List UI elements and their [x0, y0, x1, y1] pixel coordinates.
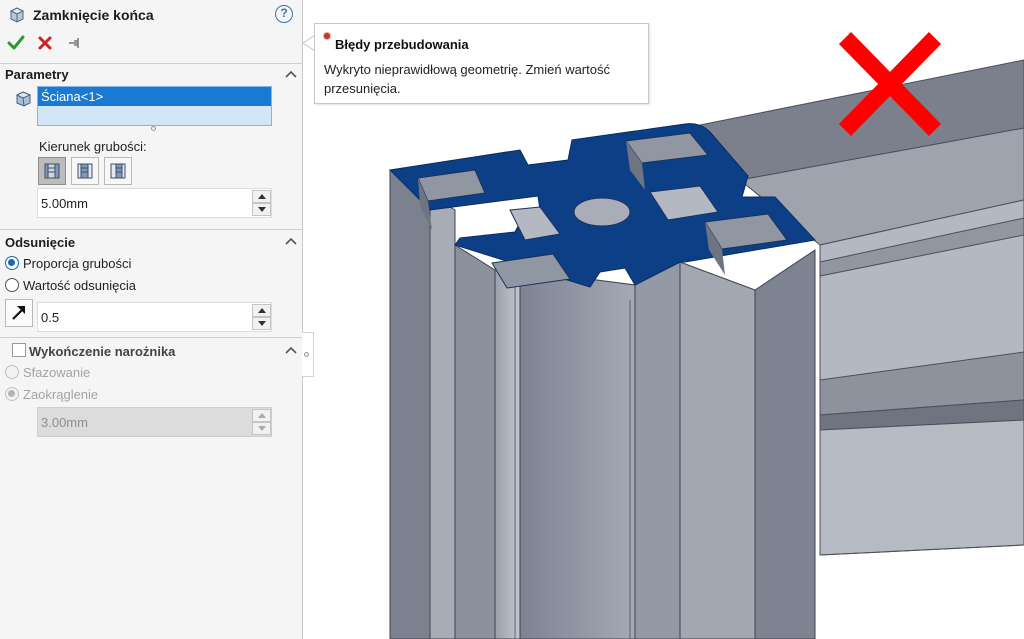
thickness-increment-button[interactable] [252, 190, 271, 203]
selection-box-resize-handle[interactable] [151, 126, 156, 131]
tooltip-title: Błędy przebudowania [335, 37, 469, 52]
collapse-chevron-icon[interactable] [284, 69, 298, 79]
thickness-inward-button[interactable] [71, 157, 99, 185]
corner-treatment-checkbox[interactable] [12, 343, 26, 357]
thickness-decrement-button[interactable] [252, 203, 271, 216]
radio-fillet-label[interactable]: Zaokrąglenie [23, 387, 98, 402]
offset-direction-button[interactable] [5, 299, 33, 327]
section-divider [0, 229, 302, 230]
corner-radius-input[interactable] [38, 408, 250, 436]
section-title-parameters: Parametry [5, 67, 69, 82]
radio-offset-value[interactable] [5, 278, 19, 292]
tooltip-message: Wykryto nieprawidłową geometrię. Zmień w… [324, 62, 610, 96]
offset-decrement-button[interactable] [252, 317, 271, 330]
ok-button[interactable] [6, 33, 26, 53]
offset-spinbox [37, 302, 272, 332]
radio-chamfer-label[interactable]: Sfazowanie [23, 365, 90, 380]
offset-input[interactable] [38, 303, 250, 331]
thickness-outward-icon [44, 163, 60, 179]
collapse-chevron-icon[interactable] [284, 236, 298, 246]
face-selection-box[interactable]: Ściana<1> [37, 86, 272, 126]
radio-chamfer[interactable] [5, 365, 19, 379]
thickness-direction-label: Kierunek grubości: [39, 139, 147, 154]
diagonal-arrow-icon [12, 306, 25, 320]
rebuild-error-tooltip: Błędy przebudowania Wykryto nieprawidłow… [314, 23, 649, 104]
section-title-corner-treatment: Wykończenie narożnika [29, 344, 176, 359]
thickness-midplane-icon [110, 163, 126, 179]
pushpin-icon[interactable] [64, 33, 84, 53]
corner-decrement-button[interactable] [252, 422, 271, 435]
radio-thickness-ratio-label[interactable]: Proporcja grubości [23, 256, 131, 271]
selection-item[interactable]: Ściana<1> [38, 87, 271, 106]
thickness-inward-icon [77, 163, 93, 179]
property-manager: Zamknięcie końca ? Parametry Ściana<1> K… [0, 0, 303, 639]
radio-offset-value-label[interactable]: Wartość odsunięcia [23, 278, 136, 293]
radio-fillet[interactable] [5, 387, 19, 401]
end-cap-feature-icon [9, 7, 25, 23]
error-dot-icon [324, 33, 330, 39]
section-title-offset: Odsunięcie [5, 235, 76, 250]
thickness-midplane-button[interactable] [104, 157, 132, 185]
radio-thickness-ratio[interactable] [5, 256, 19, 270]
property-manager-header: Zamknięcie końca ? [0, 0, 302, 30]
thickness-input[interactable] [38, 189, 250, 217]
corner-spinbox [37, 407, 272, 437]
thickness-spinbox [37, 188, 272, 218]
cancel-button[interactable] [35, 33, 55, 53]
thickness-outward-button[interactable] [38, 157, 66, 185]
face-icon [15, 91, 32, 107]
collapse-chevron-icon[interactable] [284, 345, 298, 355]
section-divider [0, 337, 302, 338]
corner-increment-button[interactable] [252, 409, 271, 422]
page-title: Zamknięcie końca [33, 7, 154, 23]
help-icon[interactable]: ? [275, 5, 293, 23]
offset-increment-button[interactable] [252, 304, 271, 317]
section-divider [0, 63, 302, 64]
